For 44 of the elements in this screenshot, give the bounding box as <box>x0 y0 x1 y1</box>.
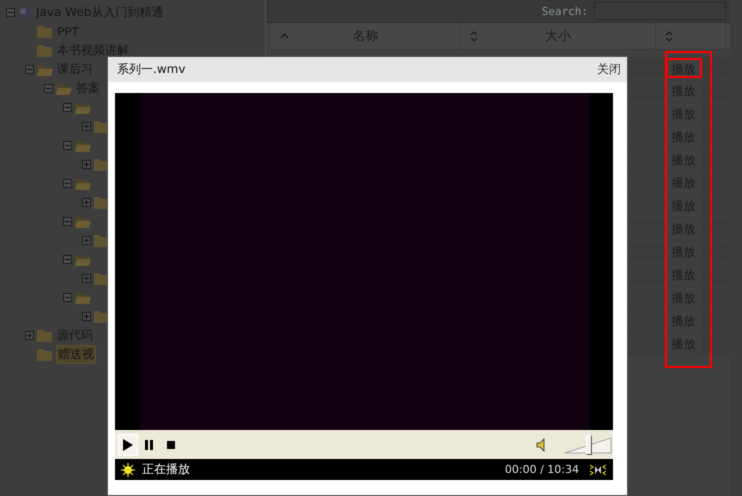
folder-icon <box>37 25 53 38</box>
open-folder-icon <box>37 63 53 76</box>
volume-slider[interactable] <box>564 434 612 454</box>
open-folder-icon <box>75 215 91 228</box>
collapse-icon[interactable] <box>63 103 72 112</box>
play-button[interactable] <box>118 434 138 456</box>
open-folder-icon <box>75 101 91 114</box>
folder-icon <box>37 329 53 342</box>
collapse-icon[interactable] <box>25 65 34 74</box>
expand-icon[interactable] <box>82 236 91 245</box>
status-text: 正在播放 <box>142 461 190 478</box>
close-link[interactable]: 关闭 <box>597 61 621 78</box>
collapse-icon[interactable] <box>63 179 72 188</box>
open-folder-icon <box>56 82 72 95</box>
play-icon <box>121 438 135 452</box>
expand-icon[interactable] <box>82 160 91 169</box>
expand-icon[interactable] <box>25 331 34 340</box>
collapse-icon[interactable] <box>6 8 15 17</box>
expand-icon[interactable] <box>82 312 91 321</box>
globe-icon <box>18 6 32 20</box>
tree-item[interactable]: 赠送视 <box>56 345 96 364</box>
dialog-title: 系列一.wmv <box>117 61 186 78</box>
collapse-icon[interactable] <box>63 141 72 150</box>
sort-ascending-icon[interactable] <box>280 33 289 39</box>
search-label: Search: <box>542 4 588 18</box>
sort-icon[interactable] <box>470 30 478 42</box>
folder-icon <box>37 348 53 361</box>
expand-icon[interactable] <box>82 198 91 207</box>
expand-icon[interactable] <box>82 122 91 131</box>
open-folder-icon <box>75 291 91 304</box>
collapse-icon[interactable] <box>63 293 72 302</box>
open-folder-icon <box>75 139 91 152</box>
collapse-icon[interactable] <box>44 84 53 93</box>
open-folder-icon <box>75 253 91 266</box>
slider-thumb[interactable] <box>586 434 592 454</box>
collapse-icon[interactable] <box>63 255 72 264</box>
expand-icon[interactable] <box>82 274 91 283</box>
sort-icon[interactable] <box>665 30 673 42</box>
folder-icon <box>37 44 53 57</box>
time-display: 00:00 / 10:34 <box>504 463 579 476</box>
connection-icon <box>589 464 607 476</box>
sun-icon <box>120 462 136 476</box>
collapse-icon[interactable] <box>63 217 72 226</box>
open-folder-icon <box>75 177 91 190</box>
